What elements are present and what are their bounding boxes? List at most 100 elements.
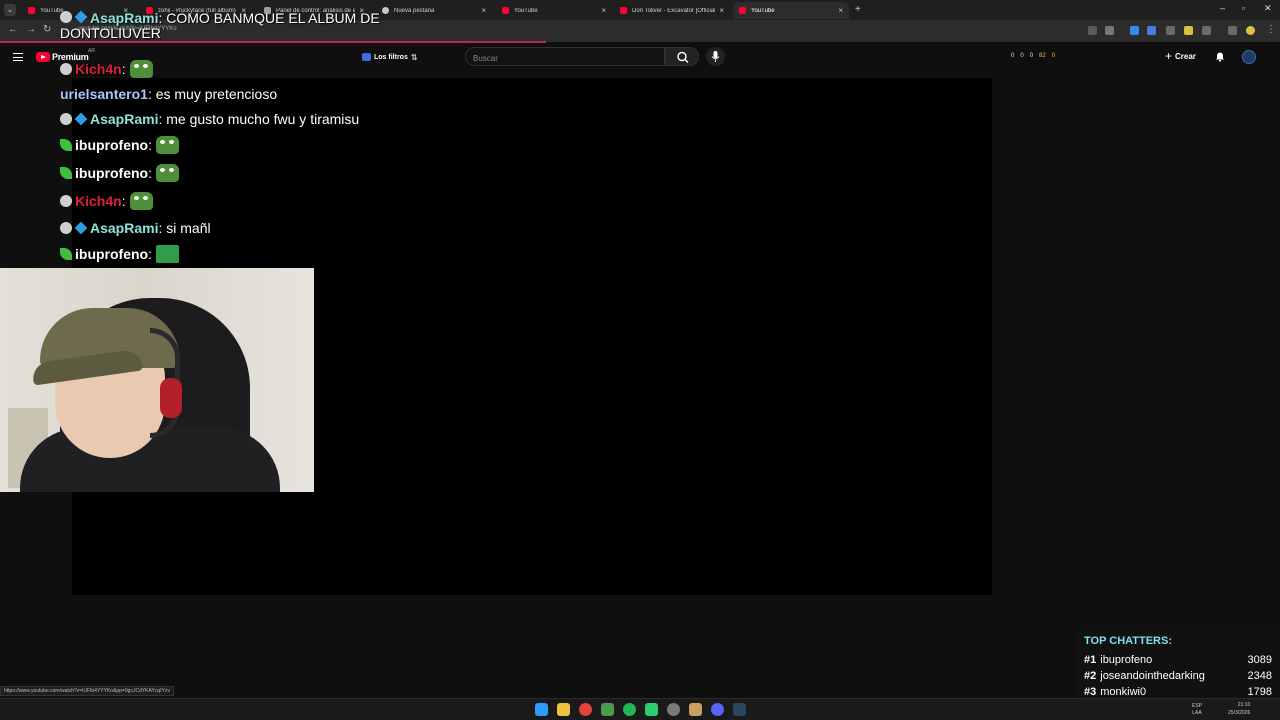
youtube-logo-icon[interactable] xyxy=(36,52,50,62)
create-label: Crear xyxy=(1175,51,1196,61)
mod-badge-icon xyxy=(60,113,72,125)
chat-username: ibuprofeno xyxy=(75,137,149,153)
windows-taskbar: ESP LAA 21:10 25/3/2026 xyxy=(0,698,1280,720)
minimize-icon[interactable]: – xyxy=(1220,3,1225,13)
spotify-icon[interactable] xyxy=(623,703,636,716)
chat-username: AsapRami xyxy=(90,10,159,26)
youtube-icon xyxy=(620,7,627,14)
browser-tab[interactable]: YouTube × xyxy=(496,2,612,19)
chat-message: AsapRami : si mañl xyxy=(60,220,211,236)
discord-icon[interactable] xyxy=(711,703,724,716)
top-chatters-panel: TOP CHATTERS: #1 ibuprofeno 3089 #2 josean… xyxy=(1076,629,1280,708)
leaf-badge-icon xyxy=(60,167,72,179)
forward-icon[interactable]: → xyxy=(26,24,36,35)
mod-badge-icon xyxy=(60,11,72,23)
close-tab-icon[interactable]: × xyxy=(838,6,843,15)
account-avatar[interactable] xyxy=(1242,50,1256,64)
frog-emote-icon xyxy=(156,164,179,182)
plus-icon: + xyxy=(1165,49,1173,63)
close-tab-icon[interactable]: × xyxy=(719,6,724,15)
stat-value: 0 xyxy=(1029,53,1034,59)
chatter-name: ibuprofeno xyxy=(1100,654,1153,666)
app-icon[interactable] xyxy=(645,703,658,716)
chatter-rank: #2 xyxy=(1084,670,1097,682)
app-icon[interactable] xyxy=(689,703,702,716)
chat-message: Kich4n : xyxy=(60,60,153,78)
system-clock[interactable]: 21:10 25/3/2026 xyxy=(1228,701,1250,717)
top-chatter-row: #1 ibuprofeno 3089 xyxy=(1084,652,1272,668)
voice-search-button[interactable] xyxy=(706,47,725,66)
extension-icon[interactable] xyxy=(1184,26,1193,35)
app-icon[interactable] xyxy=(667,703,680,716)
media-control-icon[interactable] xyxy=(1228,26,1237,35)
chat-username: AsapRami xyxy=(90,111,159,127)
youtube-masthead: Premium AR Los filtros ⇅ 0 0 0 xyxy=(0,43,1280,76)
chat-text: : xyxy=(148,137,152,153)
windows-start-icon[interactable] xyxy=(535,703,548,716)
chatter-name: monkiwi0 xyxy=(1100,686,1147,698)
steam-icon[interactable] xyxy=(733,703,746,716)
menu-icon[interactable] xyxy=(13,53,23,61)
new-tab-icon[interactable]: + xyxy=(855,4,861,16)
chat-username: Kich4n xyxy=(75,61,122,77)
maximize-icon[interactable]: ▫ xyxy=(1242,3,1245,13)
chat-message: AsapRami: COMO BANMQUE EL ALBUM DE DONTO… xyxy=(60,11,390,41)
language-top: ESP xyxy=(1192,703,1203,709)
youtube-icon xyxy=(502,7,509,14)
browser-tab[interactable]: Nueva pestaña × xyxy=(376,2,492,19)
stat-value: 0 xyxy=(1011,53,1015,59)
browser-tab-active[interactable]: YouTube × xyxy=(733,2,849,19)
stat-value: 82 xyxy=(1039,53,1046,59)
chat-message: urielsantero1 : es muy pretencioso xyxy=(60,86,277,102)
filters-button[interactable]: Los filtros ⇅ xyxy=(362,50,418,64)
filters-label: Los filtros xyxy=(374,53,408,61)
close-tab-icon[interactable]: × xyxy=(601,6,606,15)
language-bottom: LAA xyxy=(1192,710,1202,716)
clock-date: 25/3/2026 xyxy=(1228,710,1251,716)
tab-search-icon[interactable]: ⌄ xyxy=(4,4,16,16)
profile-icon[interactable] xyxy=(1246,26,1255,35)
chat-message: ibuprofeno : xyxy=(60,245,179,263)
sub-badge-icon xyxy=(74,221,88,235)
close-tab-icon[interactable]: × xyxy=(481,6,486,15)
install-app-icon[interactable] xyxy=(1088,26,1097,35)
back-icon[interactable]: ← xyxy=(8,24,18,35)
chat-message: ibuprofeno : xyxy=(60,164,179,182)
browser-menu-icon[interactable]: ⋮ xyxy=(1266,24,1276,35)
close-window-icon[interactable]: ✕ xyxy=(1264,3,1272,14)
search-button[interactable] xyxy=(665,47,699,66)
frog-emote-icon xyxy=(129,60,153,78)
file-explorer-icon[interactable] xyxy=(557,703,570,716)
extension-icon[interactable] xyxy=(1130,26,1139,35)
search-input[interactable] xyxy=(466,50,664,67)
chatter-rank: #1 xyxy=(1084,654,1097,666)
reload-icon[interactable]: ↻ xyxy=(43,24,51,35)
app-icon[interactable] xyxy=(601,703,614,716)
youtube-icon xyxy=(28,7,35,14)
language-indicator[interactable]: ESP LAA xyxy=(1192,703,1202,717)
chat-message: Kich4n : xyxy=(60,192,153,210)
extension-icon[interactable] xyxy=(1147,26,1156,35)
mod-badge-icon xyxy=(60,63,72,75)
chat-message: ibuprofeno : xyxy=(60,136,179,154)
extension-icon[interactable] xyxy=(1166,26,1175,35)
top-chatter-row: #2 joseandointhedarking 2348 xyxy=(1084,668,1272,684)
chat-text: : es muy pretencioso xyxy=(147,86,278,102)
chatter-count: 2348 xyxy=(1247,670,1272,682)
chat-username: ibuprofeno xyxy=(75,165,149,181)
country-code: AR xyxy=(88,48,95,54)
extensions-puzzle-icon[interactable] xyxy=(1202,26,1211,35)
browser-tab[interactable]: Don Toliver - Excavator [Official × xyxy=(614,2,730,19)
chrome-icon[interactable] xyxy=(579,703,592,716)
stream-stats-bar: 0 0 0 82 0 xyxy=(1011,53,1055,59)
stat-value: 0 xyxy=(1051,53,1056,59)
frog-emote-icon xyxy=(129,192,153,210)
notifications-bell-icon[interactable] xyxy=(1214,50,1226,62)
screen: ⌄ YouTube × zohii - #fuckyface (full alb… xyxy=(0,0,1280,720)
chat-username: urielsantero1 xyxy=(60,86,148,102)
chat-text: : xyxy=(148,165,152,181)
clock-time: 21:10 xyxy=(1237,702,1251,708)
create-button[interactable]: + Crear xyxy=(1165,49,1196,63)
bookmark-star-icon[interactable] xyxy=(1105,26,1114,35)
mod-badge-icon xyxy=(60,222,72,234)
